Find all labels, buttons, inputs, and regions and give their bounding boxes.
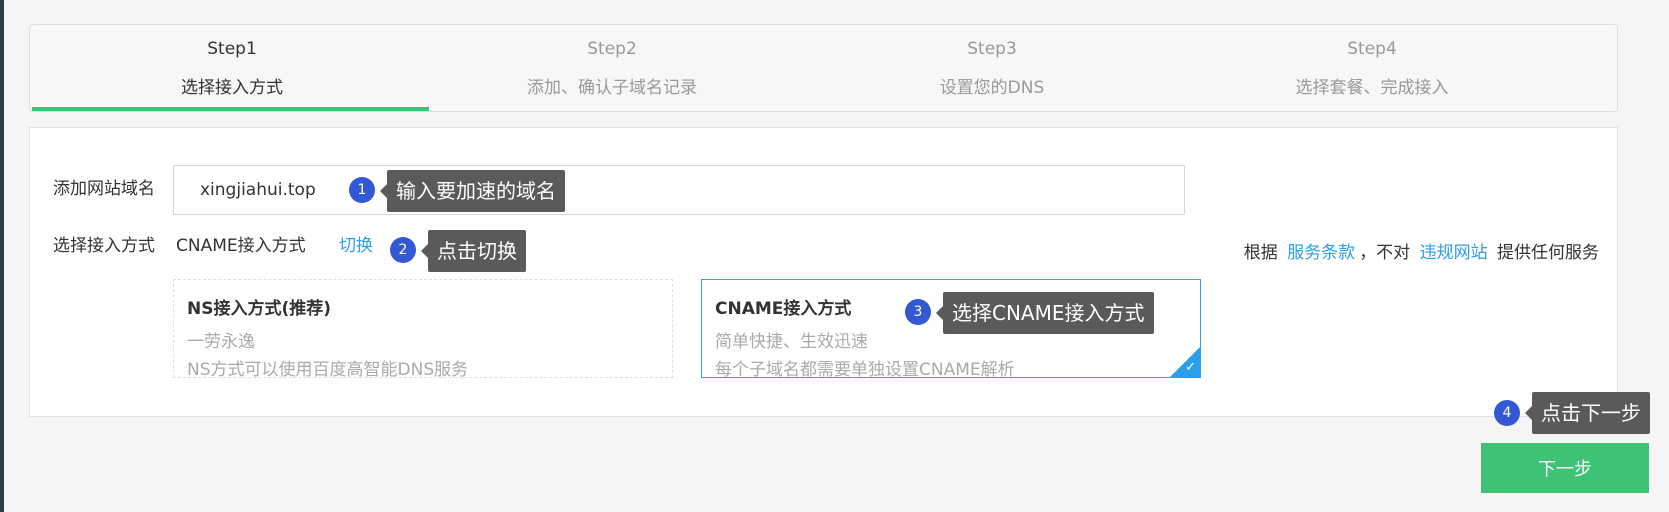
domain-input[interactable] [173,165,1185,215]
service-terms-link[interactable]: 服务条款 [1287,243,1355,263]
option-description: 每个子域名都需要单独设置CNAME解析 [715,360,1015,378]
step-number: Step2 [587,39,637,59]
step-progress-fill [32,107,429,111]
domain-label: 添加网站域名 [53,179,155,199]
step-number: Step1 [207,39,257,59]
method-value: CNAME接入方式 [176,236,306,256]
option-title: NS接入方式(推荐) [187,299,332,319]
annotation-badge-4: 4 [1494,400,1520,426]
option-title: CNAME接入方式 [715,299,852,319]
option-description: 简单快捷、生效迅速 [715,332,868,352]
step-title: 设置您的DNS [939,78,1045,98]
step-title: 添加、确认子域名记录 [527,78,697,98]
option-description: 一劳永逸 [187,332,255,352]
option-description: NS方式可以使用百度高智能DNS服务 [187,360,469,378]
steps-progress-bar: Step1 选择接入方式 Step2 添加、确认子域名记录 Step3 设置您的… [29,24,1618,112]
checkmark-icon: ✓ [1185,360,1196,375]
annotation-badge-1: 1 [349,177,375,203]
switch-link[interactable]: 切换 [339,231,373,256]
step-2: Step2 添加、确认子域名记录 [410,25,814,111]
terms-suffix: 提供任何服务 [1497,243,1599,263]
step-number: Step4 [1347,39,1397,59]
step-3: Step3 设置您的DNS [790,25,1194,111]
next-step-button[interactable]: 下一步 [1481,443,1649,493]
terms-notice: 根据 服务条款 ，不对 违规网站 提供任何服务 [1244,238,1599,263]
method-label: 选择接入方式 [53,236,155,256]
step-1: Step1 选择接入方式 [30,25,434,111]
annotation-tooltip-4: 点击下一步 [1525,392,1650,434]
terms-prefix: 根据 [1243,243,1278,263]
step-title: 选择接入方式 [181,78,283,98]
step-number: Step3 [967,39,1017,59]
annotation-badge-3: 3 [905,299,931,325]
illegal-sites-link[interactable]: 违规网站 [1420,243,1488,263]
annotation-tooltip-3: 选择CNAME接入方式 [936,292,1154,334]
left-edge-bar [0,0,4,512]
terms-middle: ，不对 [1359,243,1411,263]
annotation-tooltip-1: 输入要加速的域名 [380,170,565,212]
step-title: 选择套餐、完成接入 [1295,78,1449,98]
annotation-badge-2: 2 [390,237,416,263]
annotation-tooltip-2: 点击切换 [421,230,526,272]
ns-option-card[interactable]: NS接入方式(推荐) 一劳永逸 NS方式可以使用百度高智能DNS服务 [173,279,673,378]
step-4: Step4 选择套餐、完成接入 [1170,25,1574,111]
